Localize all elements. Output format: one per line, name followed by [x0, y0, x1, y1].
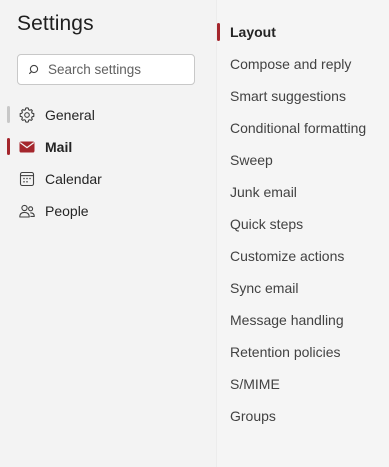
subnav-item-label: Conditional formatting — [230, 120, 367, 136]
subnav-item-groups[interactable]: Groups — [217, 400, 389, 432]
subnav-item-label: Retention policies — [230, 344, 341, 360]
selected-indicator — [7, 138, 10, 155]
sidebar-item-people[interactable]: People — [0, 195, 216, 227]
subnav-item-label: Smart suggestions — [230, 88, 346, 104]
subnav-item-sweep[interactable]: Sweep — [217, 144, 389, 176]
subnav-item-label: Sync email — [230, 280, 299, 296]
sidebar-item-label: Mail — [45, 139, 73, 155]
subnav-item-label: Sweep — [230, 152, 273, 168]
subnav-item-sync-email[interactable]: Sync email — [217, 272, 389, 304]
gear-icon — [18, 106, 36, 124]
subnav-item-label: Customize actions — [230, 248, 345, 264]
subnav-item-message-handling[interactable]: Message handling — [217, 304, 389, 336]
subnav-item-junk-email[interactable]: Junk email — [217, 176, 389, 208]
search-icon — [28, 63, 42, 77]
subnav-item-label: Quick steps — [230, 216, 304, 232]
page-title: Settings — [17, 12, 94, 35]
subnav-item-quick-steps[interactable]: Quick steps — [217, 208, 389, 240]
subnav-item-compose-and-reply[interactable]: Compose and reply — [217, 48, 389, 80]
calendar-icon — [18, 170, 36, 188]
search-input[interactable] — [48, 62, 188, 77]
sidebar-item-general[interactable]: General — [0, 99, 216, 131]
subnav-item-label: Groups — [230, 408, 276, 424]
sidebar-item-calendar[interactable]: Calendar — [0, 163, 216, 195]
sidebar-item-mail[interactable]: Mail — [0, 131, 216, 163]
subnav-item-smime[interactable]: S/MIME — [217, 368, 389, 400]
subnav-item-customize-actions[interactable]: Customize actions — [217, 240, 389, 272]
subnav-item-label: Layout — [230, 24, 276, 40]
subnav-item-retention-policies[interactable]: Retention policies — [217, 336, 389, 368]
subnav-item-label: Compose and reply — [230, 56, 352, 72]
sidebar-item-label: General — [45, 107, 95, 123]
mail-icon — [18, 138, 36, 156]
sidebar-item-label: People — [45, 203, 89, 219]
mail-settings-subnav: Layout Compose and reply Smart suggestio… — [216, 0, 389, 467]
subnav-item-label: Message handling — [230, 312, 344, 328]
people-icon — [18, 202, 36, 220]
sidebar-item-label: Calendar — [45, 171, 102, 187]
subnav-list: Layout Compose and reply Smart suggestio… — [217, 16, 389, 432]
settings-nav-pane: Settings General — [0, 0, 216, 467]
subnav-item-label: S/MIME — [230, 376, 280, 392]
search-box[interactable] — [17, 54, 195, 85]
subnav-item-layout[interactable]: Layout — [217, 16, 389, 48]
selected-indicator — [217, 23, 220, 41]
nav-indicator — [7, 106, 10, 123]
settings-category-list: General Mail Calendar People — [0, 99, 216, 227]
subnav-item-conditional-formatting[interactable]: Conditional formatting — [217, 112, 389, 144]
subnav-item-label: Junk email — [230, 184, 297, 200]
subnav-item-smart-suggestions[interactable]: Smart suggestions — [217, 80, 389, 112]
